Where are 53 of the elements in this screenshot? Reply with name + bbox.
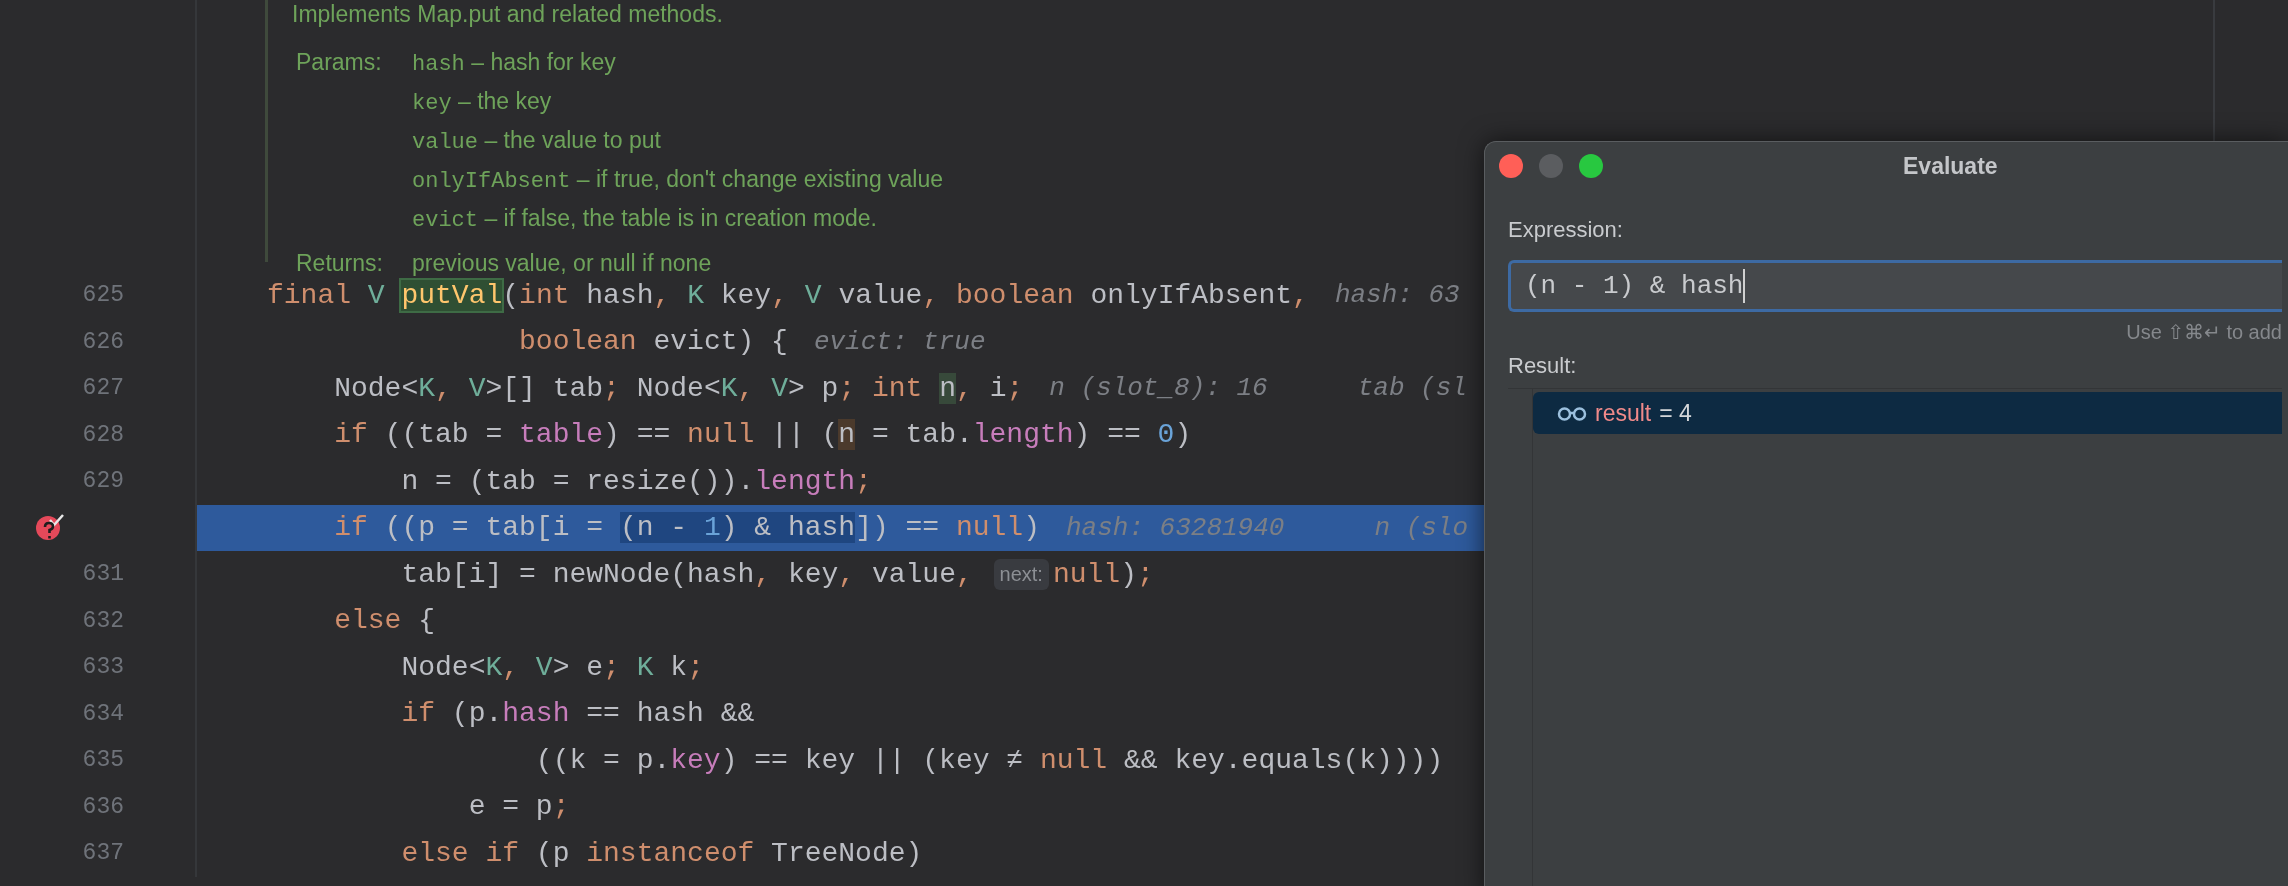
line-number: 632	[82, 606, 124, 636]
line-number: 625	[82, 281, 124, 310]
close-window-button[interactable]	[1499, 154, 1523, 178]
line-number: 631	[82, 560, 124, 589]
line-number: 635	[82, 746, 124, 775]
inline-value-hint: tab (sl	[1357, 373, 1467, 404]
inline-value-hint: n (slo	[1374, 512, 1469, 543]
code-text: if ((tab = table) == null || (n = tab.length) == 0)	[333, 419, 1192, 451]
inline-value-hint: hash: 63	[1334, 280, 1460, 311]
code-text: Node<K, V>[] tab; Node<K, V> p; int n, i;	[333, 372, 1024, 404]
parameter-hint: next:	[993, 558, 1049, 590]
returns-description: previous value, or null if none	[412, 249, 712, 278]
code-text: tab[i] = newNode(hash, key, value,	[400, 558, 974, 590]
dialog-title: Evaluate	[1903, 152, 1998, 180]
doc-summary: Implements Map.put and related methods.	[292, 0, 724, 28]
line-number: 636	[82, 792, 124, 822]
params-label: Params:	[295, 48, 383, 77]
line-number: 634	[82, 699, 124, 729]
code-text: n = (tab = resize()).length;	[400, 465, 872, 497]
code-text: e = p;	[467, 791, 570, 823]
inline-value-hint: evict: true	[813, 326, 986, 357]
result-name: result	[1595, 399, 1652, 427]
expression-label: Expression:	[1508, 216, 1624, 244]
line-number: 633	[82, 653, 124, 682]
result-value: = 4	[1659, 399, 1692, 427]
line-number: 628	[82, 420, 124, 450]
code-text: else if (p instanceof TreeNode)	[400, 837, 923, 869]
param-description: value – the value to put	[412, 126, 662, 157]
result-row[interactable]: result = 4	[1533, 392, 2282, 434]
code-text: final V putVal(int hash, K key, V value, boolean onlyIfAbsent,	[267, 279, 1309, 311]
line-number: 627	[82, 374, 124, 403]
expression-field[interactable]: (n - 1) & hash	[1508, 260, 2282, 312]
glasses-icon	[1557, 405, 1587, 421]
code-text: if (p.hash == hash &&	[400, 698, 755, 730]
code-text: boolean evict) {	[518, 326, 788, 358]
shortcut-hint: Use ⇧⌘↵ to add	[2126, 320, 2282, 344]
returns-label: Returns:	[295, 249, 384, 278]
code-text: ((k = p.key) == key || (key ≠ null && key.equals(k))))	[534, 744, 1444, 776]
zoom-window-button[interactable]	[1579, 154, 1603, 178]
inline-value-hint: n (slot_8): 16	[1049, 373, 1268, 404]
param-description: key – the key	[412, 87, 553, 118]
code-text: if ((p = tab[i = (n - 1) & hash]) == null)	[333, 512, 1040, 544]
line-number: 626	[82, 327, 124, 357]
line-number: 629	[82, 467, 124, 496]
result-label: Result:	[1508, 352, 1578, 380]
param-description: hash – hash for key	[412, 48, 617, 79]
line-number: 637	[82, 839, 124, 868]
inline-value-hint: hash: 63281940	[1066, 512, 1285, 543]
code-text: null);	[1052, 558, 1154, 590]
param-description: evict – if false, the table is in creation mode.	[412, 204, 878, 235]
code-text: else {	[333, 605, 436, 637]
param-description: onlyIfAbsent – if true, don't change existing value	[412, 165, 944, 196]
code-text: Node<K, V> e; K k;	[400, 651, 704, 683]
